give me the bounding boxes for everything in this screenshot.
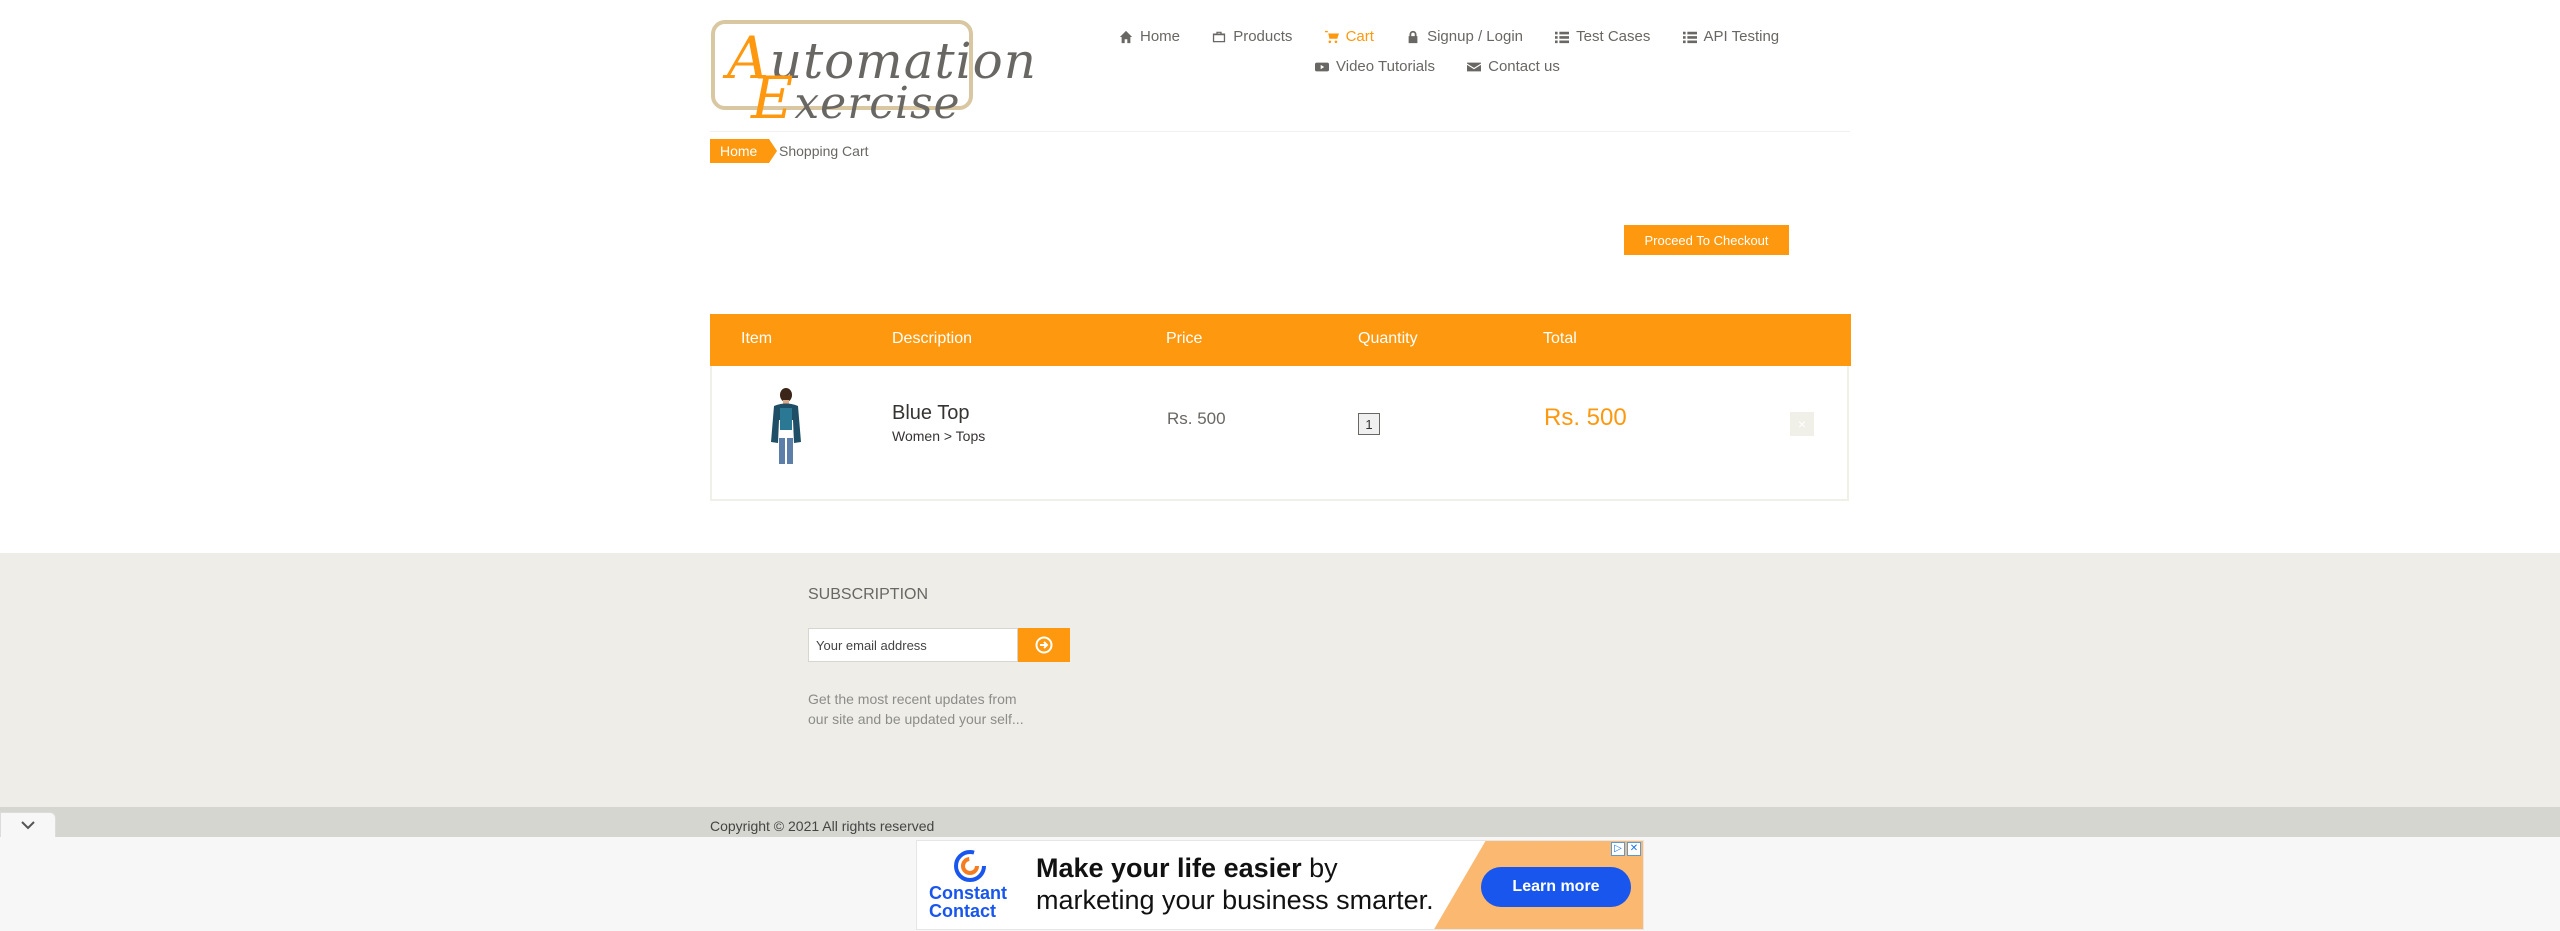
lock-icon [1408, 30, 1418, 43]
envelope-icon [1467, 62, 1482, 71]
ad-choices-icon[interactable]: ▷ [1611, 842, 1625, 856]
footer-bottom-bar [0, 807, 2560, 837]
subscription-title: SUBSCRIPTION [808, 586, 929, 603]
ad-choices: ▷ ✕ [1611, 842, 1641, 856]
youtube-icon [1315, 62, 1329, 71]
nav-signup-login[interactable]: Signup / Login [1406, 28, 1523, 45]
quantity-button[interactable]: 1 [1358, 413, 1380, 435]
cart-icon [1324, 30, 1339, 43]
proceed-to-checkout-button[interactable]: Proceed To Checkout [1624, 225, 1789, 255]
subscription-note: Get the most recent updates from our sit… [808, 691, 1024, 727]
breadcrumb-current: Shopping Cart [779, 143, 869, 159]
logo-text-2: xercise [794, 78, 961, 129]
nav-home[interactable]: Home [1119, 28, 1180, 45]
cart-table: Item Description Price Quantity Total Bl… [710, 314, 1851, 501]
col-item: Item [741, 330, 773, 347]
subscription-email-input[interactable] [808, 628, 1018, 662]
product-name[interactable]: Blue Top [892, 402, 969, 425]
site-logo[interactable]: Automation Exercise [711, 20, 1036, 132]
nav-test-cases[interactable]: Test Cases [1555, 28, 1650, 45]
col-total: Total [1543, 330, 1577, 347]
ad-headline: Make your life easier by marketing your … [1036, 853, 1434, 915]
nav-row-1: Home Products Cart Signup / Login Test C… [1119, 28, 1807, 48]
logo-cap-e: E [751, 64, 795, 132]
nav-products[interactable]: Products [1212, 28, 1292, 45]
product-price: Rs. 500 [1167, 409, 1226, 428]
subscribe-button[interactable] [1018, 628, 1070, 662]
list-icon [1555, 31, 1570, 43]
chevron-down-icon [21, 821, 35, 830]
copyright-text: Copyright © 2021 All rights reserved [710, 818, 935, 834]
ad-close-icon[interactable]: ✕ [1627, 842, 1641, 856]
delete-item-button[interactable]: × [1790, 412, 1814, 436]
product-total: Rs. 500 [1544, 404, 1627, 431]
products-icon [1213, 31, 1226, 42]
ad-banner[interactable]: Constant Contact Make your life easier b… [916, 840, 1644, 930]
ad-collapse-toggle[interactable] [0, 812, 56, 837]
close-icon: × [1797, 416, 1807, 432]
nav-api-testing[interactable]: API Testing [1682, 28, 1779, 45]
col-description: Description [892, 330, 973, 347]
ad-learn-more-button[interactable]: Learn more [1481, 867, 1631, 907]
nav-video-tutorials[interactable]: Video Tutorials [1315, 58, 1435, 75]
ad-brand: Constant Contact [929, 883, 1007, 921]
home-icon [1119, 30, 1133, 43]
product-image[interactable] [766, 386, 806, 466]
col-price: Price [1166, 330, 1203, 347]
col-quantity: Quantity [1358, 330, 1418, 347]
footer [0, 553, 2560, 807]
cart-table-header: Item Description Price Quantity Total [710, 314, 1851, 366]
list-icon [1682, 31, 1697, 43]
nav-row-2: Video Tutorials Contact us [1315, 58, 1588, 78]
product-category: Women > Tops [892, 428, 986, 444]
constant-contact-logo-icon [954, 850, 986, 882]
header-divider [710, 131, 1850, 132]
breadcrumb-home[interactable]: Home [710, 139, 778, 163]
arrow-circle-right-icon [1035, 636, 1053, 654]
nav-cart[interactable]: Cart [1324, 28, 1374, 45]
nav-contact-us[interactable]: Contact us [1467, 58, 1560, 75]
